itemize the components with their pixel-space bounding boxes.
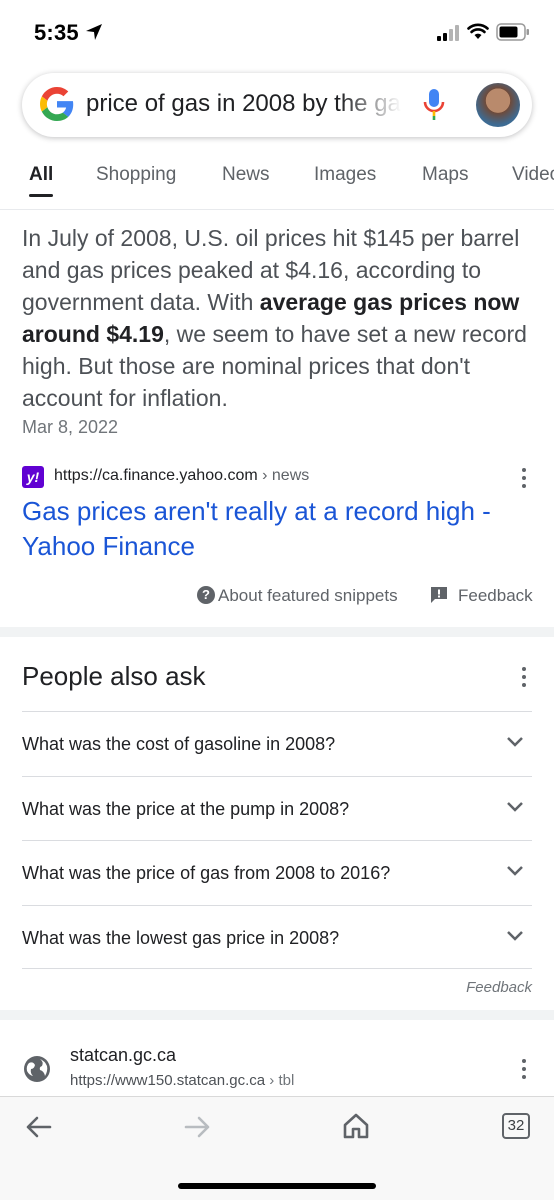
featured-snippet-text: In July of 2008, U.S. oil prices hit $14… — [22, 222, 534, 414]
kebab-menu-icon[interactable] — [514, 667, 534, 689]
tab-all[interactable]: All — [29, 164, 53, 186]
paa-question-text: What was the cost of gasoline in 2008? — [22, 734, 336, 754]
chevron-down-icon — [507, 737, 523, 747]
source-url-crumb: › news — [257, 467, 310, 484]
help-circle-icon[interactable]: ? — [197, 586, 215, 604]
result-site-name[interactable]: statcan.gc.ca — [70, 1045, 176, 1066]
source-url[interactable]: https://ca.finance.yahoo.com › news — [54, 467, 309, 485]
result-site-url-crumb: › tbl — [265, 1072, 295, 1089]
paa-feedback-link[interactable]: Feedback — [466, 979, 532, 996]
tab-videos[interactable]: Videos — [512, 164, 554, 186]
home-indicator[interactable] — [178, 1183, 376, 1189]
kebab-menu-icon[interactable] — [514, 468, 534, 490]
mic-icon[interactable] — [422, 87, 446, 121]
kebab-menu-icon[interactable] — [514, 1059, 534, 1081]
forward-arrow-icon[interactable] — [184, 1115, 212, 1139]
globe-icon — [24, 1056, 50, 1082]
signal-icon — [437, 25, 459, 41]
paa-question-text: What was the price of gas from 2008 to 2… — [22, 863, 391, 883]
section-divider — [0, 627, 554, 637]
people-also-ask-title: People also ask — [22, 661, 206, 691]
google-logo-icon — [40, 87, 74, 121]
tab-shopping[interactable]: Shopping — [96, 164, 176, 186]
paa-question[interactable]: What was the cost of gasoline in 2008? — [22, 711, 532, 776]
paa-question-text: What was the price at the pump in 2008? — [22, 798, 350, 819]
wifi-icon — [467, 23, 489, 39]
chevron-down-icon — [507, 801, 523, 812]
chevron-down-icon — [507, 930, 523, 941]
search-input-fade — [340, 85, 412, 125]
source-url-domain: https://ca.finance.yahoo.com — [54, 467, 258, 484]
status-bar: 5:35 — [0, 0, 554, 66]
search-tabs: All Shopping News Images Maps Videos — [0, 152, 554, 210]
home-icon[interactable] — [342, 1112, 370, 1140]
tab-images[interactable]: Images — [314, 164, 376, 186]
yahoo-favicon-icon: y! — [22, 466, 44, 488]
tab-news[interactable]: News — [222, 164, 270, 186]
tabs-count-icon[interactable]: 32 — [502, 1113, 530, 1139]
avatar[interactable] — [476, 83, 520, 127]
back-arrow-icon[interactable] — [24, 1115, 52, 1139]
paa-question[interactable]: What was the lowest gas price in 2008? — [22, 904, 532, 969]
location-arrow-icon — [86, 24, 102, 40]
tab-maps[interactable]: Maps — [422, 164, 468, 186]
chevron-down-icon — [507, 866, 523, 876]
snippet-date: Mar 8, 2022 — [22, 417, 119, 437]
result-title-link[interactable]: Gas prices aren't really at a record hig… — [22, 494, 522, 564]
result-site-url[interactable]: https://www150.statcan.gc.ca › tbl — [70, 1072, 294, 1089]
status-time: 5:35 — [34, 20, 79, 45]
paa-question-text: What was the lowest gas price in 2008? — [22, 927, 340, 948]
search-bar[interactable]: price of gas in 2008 by the gallon — [22, 73, 532, 137]
tab-active-indicator — [29, 194, 53, 197]
feedback-icon[interactable] — [430, 586, 448, 604]
paa-question[interactable]: What was the price at the pump in 2008? — [22, 775, 532, 841]
people-also-ask-list: What was the cost of gasoline in 2008? W… — [22, 711, 532, 969]
result-site-url-domain: https://www150.statcan.gc.ca — [70, 1072, 266, 1089]
section-divider — [0, 1010, 554, 1020]
snippet-feedback-link[interactable]: Feedback — [458, 586, 533, 606]
battery-icon — [496, 23, 529, 41]
paa-question[interactable]: What was the price of gas from 2008 to 2… — [22, 840, 532, 905]
about-featured-snippets-link[interactable]: About featured snippets — [218, 586, 398, 606]
